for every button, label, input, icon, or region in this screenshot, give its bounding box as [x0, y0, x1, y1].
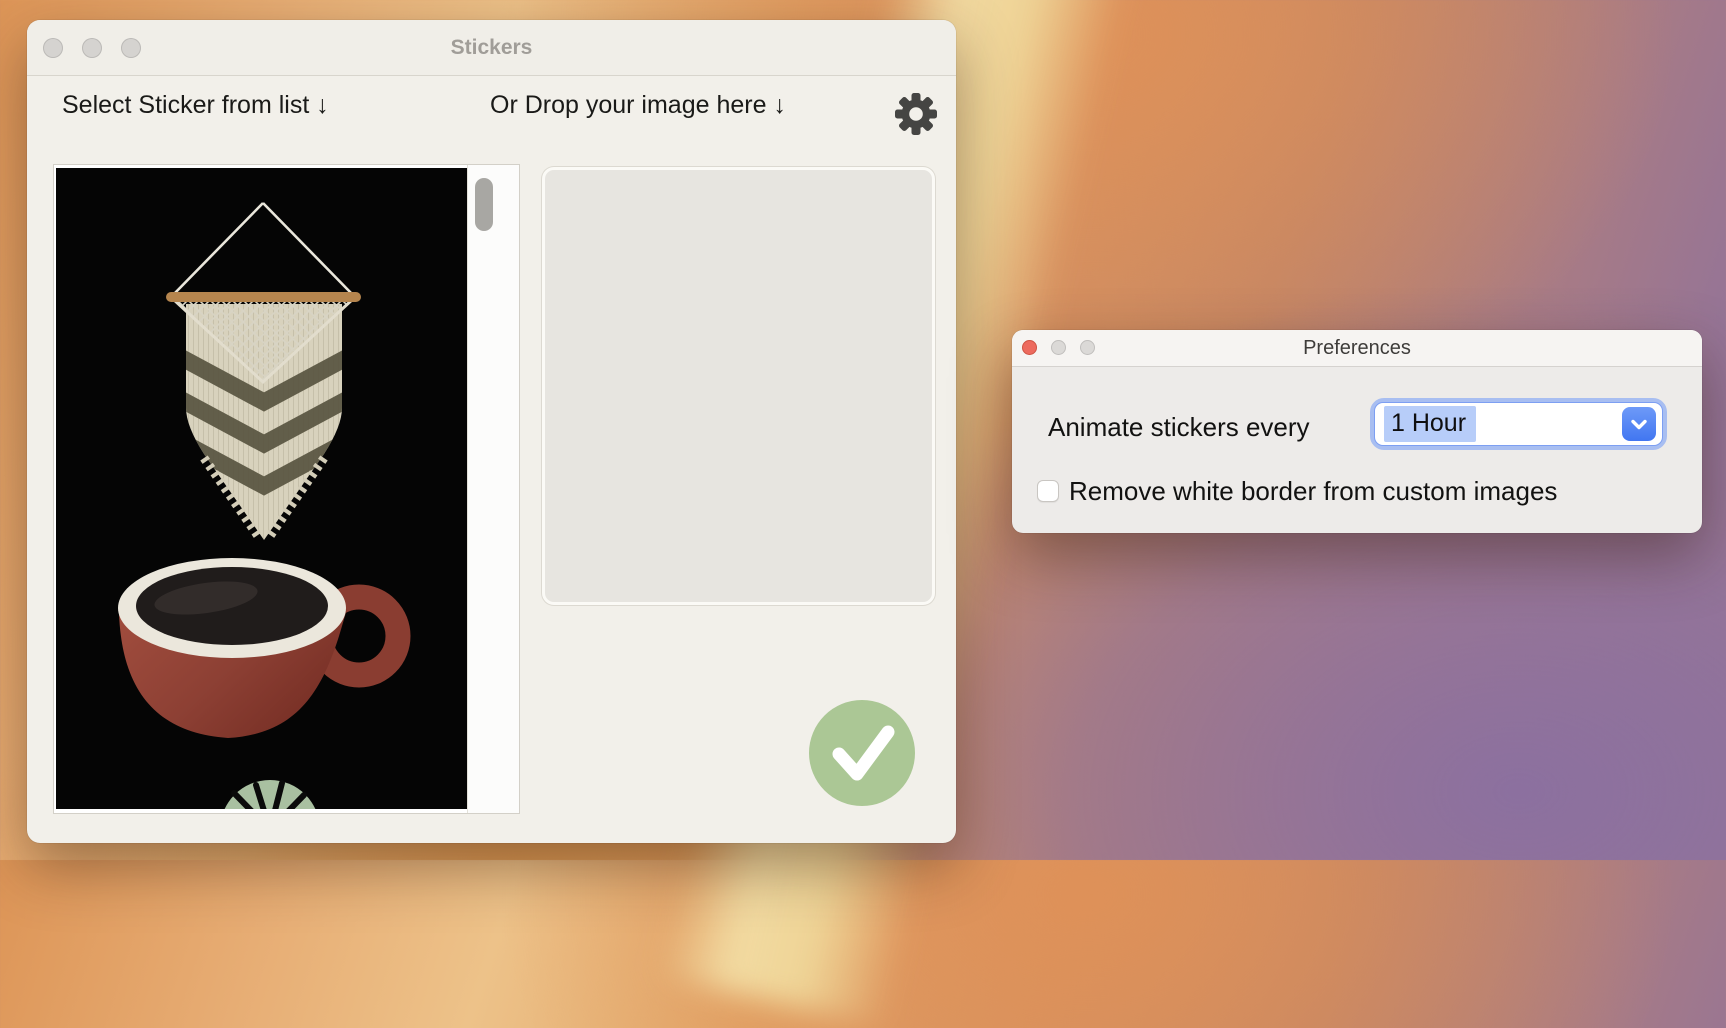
combobox-dropdown-button[interactable]: [1622, 407, 1656, 441]
chevron-down-icon: [1627, 412, 1651, 436]
window-title: Preferences: [1012, 330, 1702, 366]
remove-border-checkbox[interactable]: [1037, 480, 1059, 502]
remove-border-label: Remove white border from custom images: [1069, 476, 1557, 507]
sticker-list[interactable]: [53, 164, 520, 814]
preferences-titlebar[interactable]: Preferences: [1012, 330, 1702, 367]
preferences-window: Preferences Animate stickers every 1 Hou…: [1012, 330, 1702, 533]
sticker-monstera-leaf: [220, 780, 320, 809]
checkmark-icon: [809, 700, 915, 806]
interval-combobox[interactable]: 1 Hour: [1370, 398, 1667, 450]
sticker-macrame: [166, 203, 361, 540]
sticker-coffee-cup: [118, 558, 398, 738]
gear-icon[interactable]: [894, 92, 938, 136]
animate-interval-label: Animate stickers every: [1048, 412, 1310, 443]
drop-image-label: Or Drop your image here ↓: [490, 91, 786, 120]
scrollbar-thumb[interactable]: [475, 178, 493, 231]
select-sticker-label: Select Sticker from list ↓: [62, 91, 329, 120]
confirm-button[interactable]: [809, 700, 915, 806]
window-title: Stickers: [27, 20, 956, 75]
stickers-window: Stickers Select Sticker from list ↓ Or D…: [27, 20, 956, 843]
interval-combobox-field[interactable]: 1 Hour: [1374, 402, 1663, 446]
sticker-list-canvas[interactable]: [56, 168, 468, 809]
interval-selected-value: 1 Hour: [1384, 406, 1476, 442]
image-drop-zone[interactable]: [542, 167, 935, 605]
scrollbar-track[interactable]: [467, 165, 519, 813]
stickers-titlebar[interactable]: Stickers: [27, 20, 956, 76]
